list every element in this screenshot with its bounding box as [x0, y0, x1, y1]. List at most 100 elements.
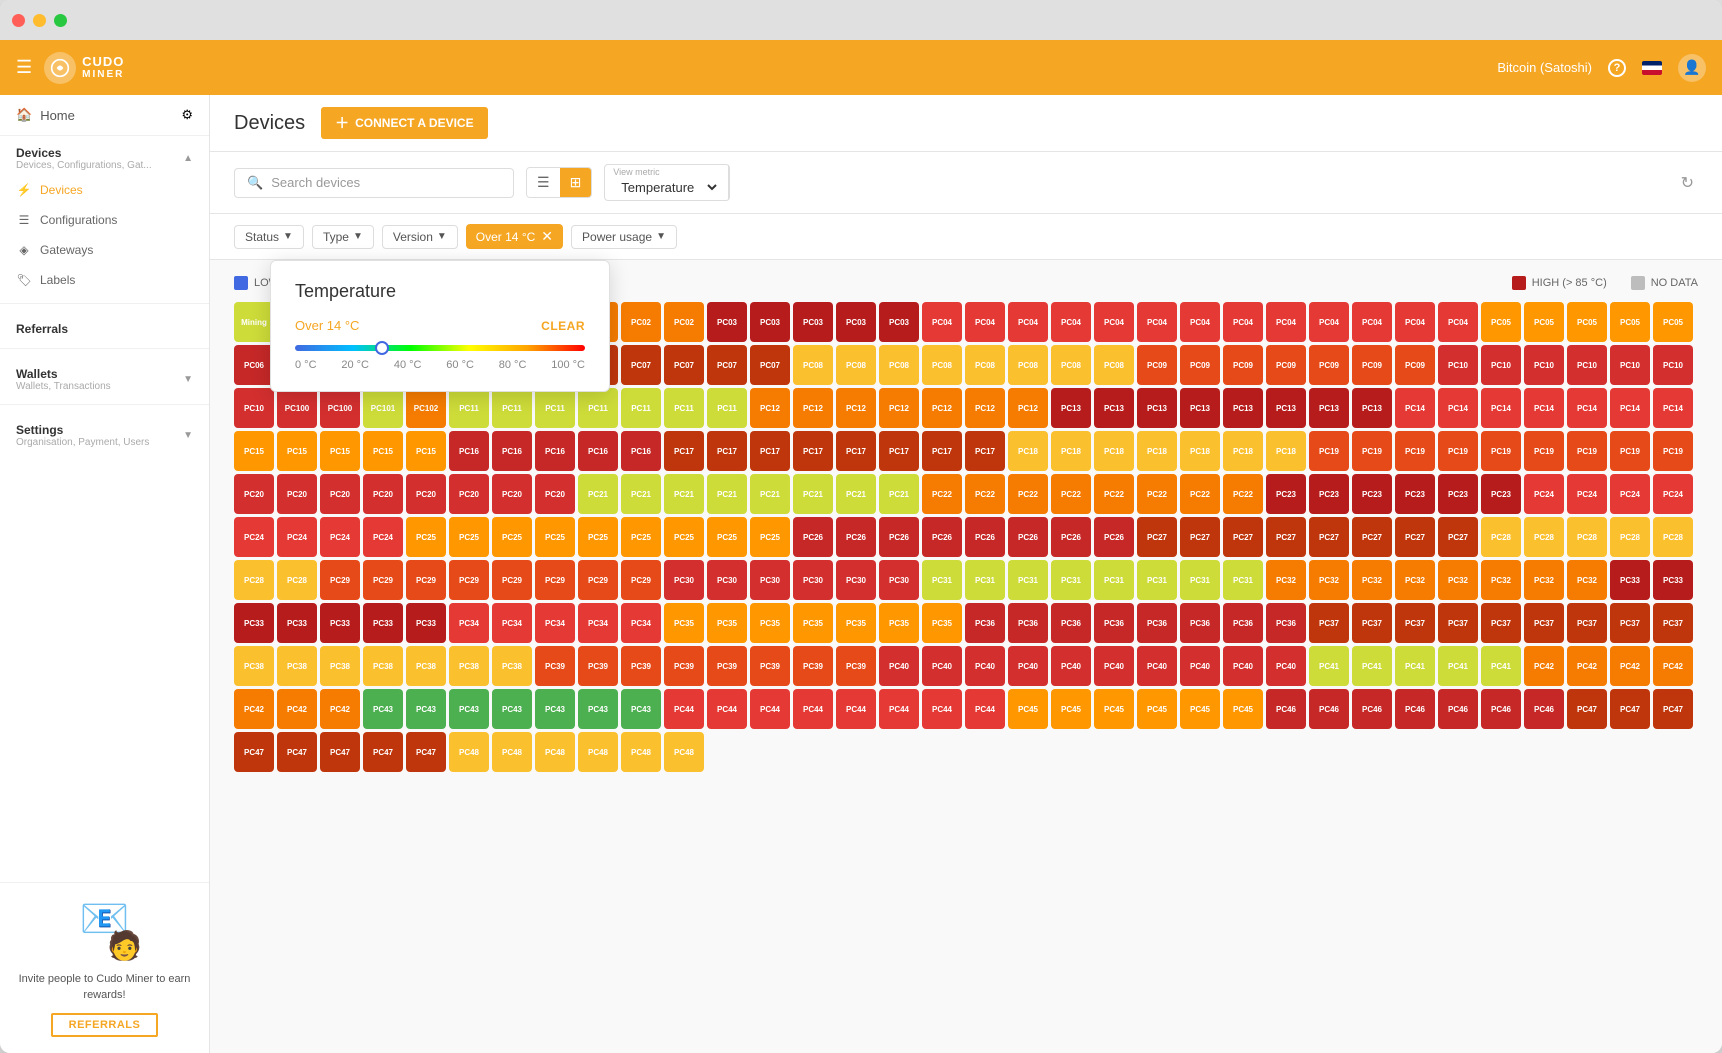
referrals-section-header[interactable]: Referrals: [0, 312, 209, 340]
device-cell[interactable]: PC03: [707, 302, 747, 342]
device-cell[interactable]: PC14: [1610, 388, 1650, 428]
device-cell[interactable]: PC25: [406, 517, 446, 557]
device-cell[interactable]: PC02: [621, 302, 661, 342]
device-cell[interactable]: PC05: [1524, 302, 1564, 342]
device-cell[interactable]: PC35: [707, 603, 747, 643]
device-cell[interactable]: PC29: [363, 560, 403, 600]
device-cell[interactable]: PC06: [234, 345, 274, 385]
device-cell[interactable]: PC27: [1180, 517, 1220, 557]
device-cell[interactable]: PC13: [1266, 388, 1306, 428]
device-cell[interactable]: PC37: [1438, 603, 1478, 643]
device-cell[interactable]: PC28: [1653, 517, 1693, 557]
device-cell[interactable]: PC48: [535, 732, 575, 772]
device-cell[interactable]: PC16: [535, 431, 575, 471]
device-cell[interactable]: PC20: [449, 474, 489, 514]
device-cell[interactable]: PC24: [1653, 474, 1693, 514]
device-cell[interactable]: PC04: [1008, 302, 1048, 342]
device-cell[interactable]: PC19: [1567, 431, 1607, 471]
device-cell[interactable]: PC11: [578, 388, 618, 428]
device-cell[interactable]: PC23: [1352, 474, 1392, 514]
device-cell[interactable]: PC25: [449, 517, 489, 557]
device-cell[interactable]: PC09: [1137, 345, 1177, 385]
device-cell[interactable]: PC40: [1094, 646, 1134, 686]
device-cell[interactable]: PC30: [879, 560, 919, 600]
device-cell[interactable]: PC04: [1395, 302, 1435, 342]
device-cell[interactable]: PC16: [449, 431, 489, 471]
sidebar-item-gateways[interactable]: ◈ Gateways: [0, 235, 209, 265]
device-cell[interactable]: PC08: [1008, 345, 1048, 385]
device-cell[interactable]: PC08: [965, 345, 1005, 385]
device-cell[interactable]: PC20: [535, 474, 575, 514]
device-cell[interactable]: PC33: [277, 603, 317, 643]
device-cell[interactable]: PC44: [750, 689, 790, 729]
device-cell[interactable]: PC21: [793, 474, 833, 514]
device-cell[interactable]: PC20: [320, 474, 360, 514]
device-cell[interactable]: PC36: [1008, 603, 1048, 643]
device-cell[interactable]: PC17: [707, 431, 747, 471]
device-cell[interactable]: PC08: [836, 345, 876, 385]
device-cell[interactable]: PC24: [320, 517, 360, 557]
close-btn[interactable]: [12, 14, 25, 27]
temp-slider-thumb[interactable]: [375, 341, 389, 355]
device-cell[interactable]: PC47: [234, 732, 274, 772]
wallets-section-header[interactable]: Wallets Wallets, Transactions ▼: [0, 357, 209, 396]
device-cell[interactable]: PC44: [836, 689, 876, 729]
device-cell[interactable]: PC42: [1567, 646, 1607, 686]
device-cell[interactable]: PC18: [1223, 431, 1263, 471]
device-cell[interactable]: PC09: [1395, 345, 1435, 385]
device-cell[interactable]: PC22: [1094, 474, 1134, 514]
device-cell[interactable]: PC19: [1653, 431, 1693, 471]
device-cell[interactable]: PC40: [1051, 646, 1091, 686]
device-cell[interactable]: PC17: [922, 431, 962, 471]
device-cell[interactable]: PC09: [1266, 345, 1306, 385]
device-cell[interactable]: PC31: [1180, 560, 1220, 600]
device-cell[interactable]: PC38: [406, 646, 446, 686]
device-cell[interactable]: PC19: [1309, 431, 1349, 471]
device-cell[interactable]: PC36: [1137, 603, 1177, 643]
device-cell[interactable]: PC19: [1524, 431, 1564, 471]
device-cell[interactable]: PC44: [793, 689, 833, 729]
device-cell[interactable]: PC33: [320, 603, 360, 643]
device-cell[interactable]: PC45: [1137, 689, 1177, 729]
device-cell[interactable]: PC21: [879, 474, 919, 514]
sidebar-item-configurations[interactable]: ☰ Configurations: [0, 205, 209, 235]
device-cell[interactable]: PC38: [492, 646, 532, 686]
device-cell[interactable]: PC07: [621, 345, 661, 385]
device-cell[interactable]: PC21: [621, 474, 661, 514]
devices-section-header[interactable]: Devices Devices, Configurations, Gat... …: [0, 136, 209, 175]
device-cell[interactable]: PC48: [492, 732, 532, 772]
device-cell[interactable]: PC30: [664, 560, 704, 600]
device-cell[interactable]: PC100: [277, 388, 317, 428]
device-cell[interactable]: PC04: [1137, 302, 1177, 342]
device-cell[interactable]: PC39: [836, 646, 876, 686]
help-icon[interactable]: ?: [1608, 59, 1626, 77]
device-cell[interactable]: PC25: [492, 517, 532, 557]
device-cell[interactable]: PC35: [793, 603, 833, 643]
minimize-btn[interactable]: [33, 14, 46, 27]
device-cell[interactable]: PC10: [1653, 345, 1693, 385]
device-cell[interactable]: PC35: [879, 603, 919, 643]
device-cell[interactable]: PC47: [406, 732, 446, 772]
device-cell[interactable]: PC38: [277, 646, 317, 686]
device-cell[interactable]: PC12: [1008, 388, 1048, 428]
device-cell[interactable]: PC41: [1438, 646, 1478, 686]
device-cell[interactable]: PC31: [1094, 560, 1134, 600]
device-cell[interactable]: PC26: [793, 517, 833, 557]
device-cell[interactable]: PC12: [750, 388, 790, 428]
device-cell[interactable]: PC33: [363, 603, 403, 643]
device-cell[interactable]: PC41: [1481, 646, 1521, 686]
device-cell[interactable]: PC25: [750, 517, 790, 557]
device-cell[interactable]: PC40: [1223, 646, 1263, 686]
device-cell[interactable]: PC39: [578, 646, 618, 686]
device-cell[interactable]: PC40: [1008, 646, 1048, 686]
device-cell[interactable]: PC25: [664, 517, 704, 557]
device-cell[interactable]: PC04: [1051, 302, 1091, 342]
device-cell[interactable]: PC12: [965, 388, 1005, 428]
device-cell[interactable]: PC25: [621, 517, 661, 557]
device-cell[interactable]: PC22: [922, 474, 962, 514]
device-cell[interactable]: PC18: [1180, 431, 1220, 471]
device-cell[interactable]: PC35: [750, 603, 790, 643]
device-cell[interactable]: PC08: [922, 345, 962, 385]
device-cell[interactable]: PC44: [965, 689, 1005, 729]
language-flag[interactable]: [1642, 61, 1662, 75]
